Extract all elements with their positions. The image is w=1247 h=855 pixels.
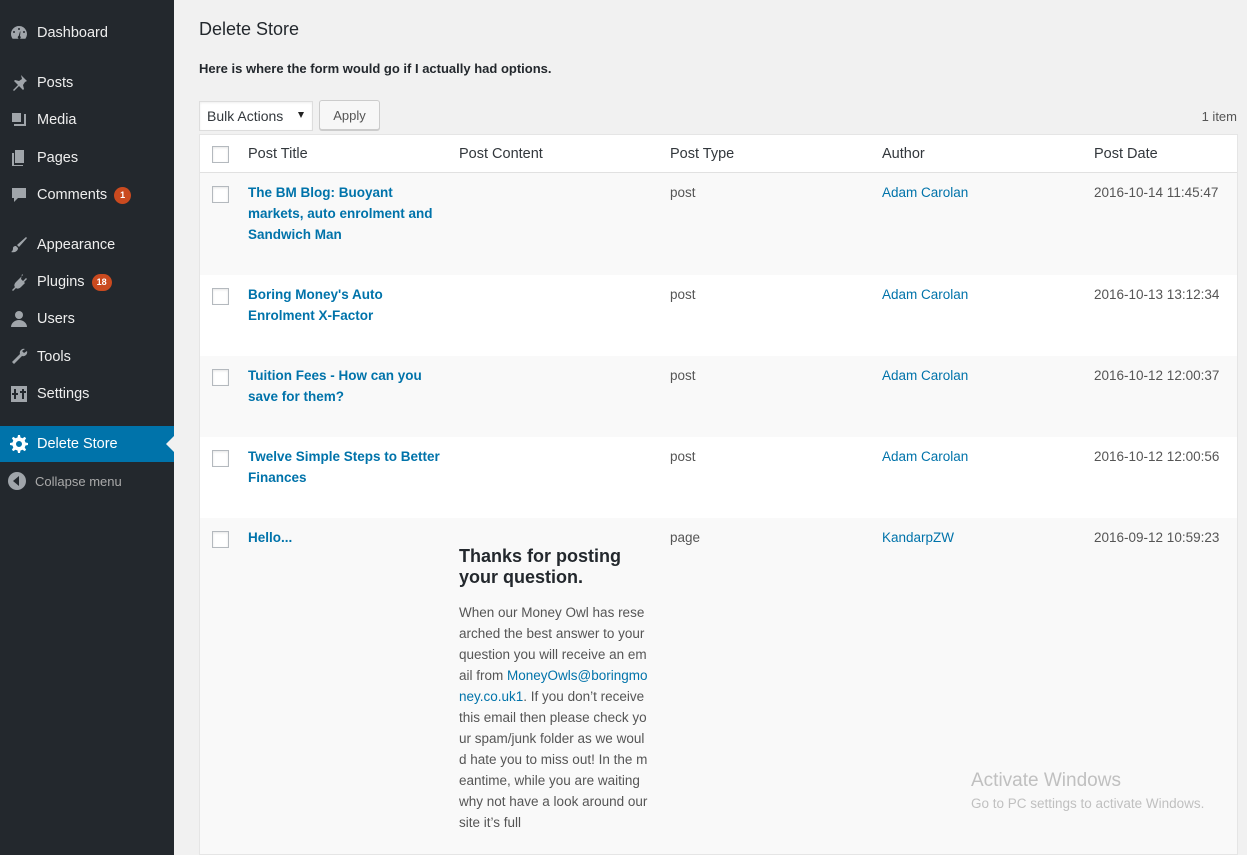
post-title-link[interactable]: Hello... [248, 527, 448, 548]
intro-text: Here is where the form would go if I act… [199, 61, 552, 76]
dropdown-caret-icon [298, 112, 304, 118]
collapse-menu-label: Collapse menu [35, 473, 122, 489]
row-checkbox[interactable] [212, 186, 229, 203]
sidebar-item-dashboard[interactable]: Dashboard [0, 15, 174, 51]
watermark-title: Activate Windows [971, 770, 1121, 791]
post-content: Thanks for posting your question. When o… [459, 538, 651, 833]
page-title: Delete Store [199, 19, 300, 39]
sidebar-item-label: Dashboard [37, 25, 108, 41]
table-row: Boring Money's Auto Enrolment X-Factor p… [200, 275, 1237, 356]
row-checkbox[interactable] [212, 450, 229, 467]
author-link[interactable]: KandarpZW [882, 527, 954, 548]
table-row: Twelve Simple Steps to Better Finances p… [200, 437, 1237, 518]
user-icon [0, 309, 36, 329]
post-content-heading: Thanks for posting your question. [459, 546, 621, 587]
sidebar-item-label: Settings [37, 386, 90, 402]
sidebar-item-label: Comments [37, 187, 108, 203]
post-title-link[interactable]: The BM Blog: Buoyant markets, auto enrol… [248, 182, 448, 245]
media-icon [0, 110, 36, 130]
sidebar-item-label: Appearance [37, 237, 116, 253]
sidebar-item-label: Media [37, 112, 77, 128]
item-count: 1 item [1201, 109, 1237, 124]
plugins-count-badge: 18 [91, 273, 112, 291]
sidebar-item-users[interactable]: Users [0, 301, 174, 337]
table-row: Tuition Fees - How can you save for them… [200, 356, 1237, 437]
column-header-author: Author [882, 146, 925, 162]
pin-icon [0, 73, 36, 93]
post-type: post [670, 368, 696, 383]
author-link[interactable]: Adam Carolan [882, 365, 968, 386]
post-content-body: When our Money Owl has researched the be… [459, 602, 651, 833]
post-date: 2016-10-14 11:45:47 [1094, 185, 1219, 200]
row-checkbox[interactable] [212, 369, 229, 386]
column-header-post-date[interactable]: Post Date [1094, 146, 1158, 162]
posts-table: Post Title Post Content Post Type Author… [199, 134, 1238, 855]
collapse-menu-button[interactable]: Collapse menu [0, 466, 174, 496]
comments-count-badge: 1 [114, 186, 132, 204]
post-type: post [670, 287, 696, 302]
bulk-actions-select[interactable]: Bulk Actions [199, 101, 313, 131]
sidebar-item-plugins[interactable]: Plugins 18 [0, 264, 174, 300]
post-title-link[interactable]: Twelve Simple Steps to Better Finances [248, 446, 448, 488]
column-header-post-content: Post Content [459, 146, 543, 162]
author-link[interactable]: Adam Carolan [882, 182, 968, 203]
column-header-post-type: Post Type [670, 146, 735, 162]
sidebar-item-settings[interactable]: Settings [0, 376, 174, 412]
sidebar-item-label: Tools [37, 349, 71, 365]
post-title-link[interactable]: Tuition Fees - How can you save for them… [248, 365, 448, 407]
brush-icon [0, 235, 36, 255]
sidebar-item-label: Delete Store [37, 436, 118, 452]
sidebar-item-pages[interactable]: Pages [0, 140, 174, 176]
admin-sidebar: Dashboard Posts Media Pages Comments 1 A… [0, 0, 174, 855]
select-all-checkbox[interactable] [212, 146, 229, 163]
post-date: 2016-10-13 13:12:34 [1094, 287, 1220, 302]
gear-icon [0, 434, 36, 454]
settings-icon [0, 384, 36, 404]
sidebar-item-tools[interactable]: Tools [0, 339, 174, 375]
sidebar-item-label: Posts [37, 75, 74, 91]
sidebar-item-posts[interactable]: Posts [0, 65, 174, 101]
dashboard-icon [0, 23, 36, 43]
post-content-text: . If you don’t receive this email then p… [459, 689, 648, 830]
sidebar-item-comments[interactable]: Comments 1 [0, 177, 174, 213]
author-link[interactable]: Adam Carolan [882, 284, 968, 305]
row-checkbox[interactable] [212, 288, 229, 305]
comment-icon [0, 185, 36, 205]
table-header: Post Title Post Content Post Type Author… [200, 135, 1237, 173]
sidebar-item-delete-store[interactable]: Delete Store [0, 426, 174, 462]
column-header-post-title[interactable]: Post Title [248, 146, 308, 162]
plug-icon [0, 272, 36, 292]
post-type: post [670, 185, 696, 200]
sidebar-item-label: Pages [37, 150, 79, 166]
sidebar-item-label: Users [37, 311, 75, 327]
sidebar-item-label: Plugins [37, 274, 85, 290]
post-date: 2016-10-12 12:00:56 [1094, 449, 1220, 464]
main-content: Delete Store Here is where the form woul… [174, 0, 1247, 855]
author-link[interactable]: Adam Carolan [882, 446, 968, 467]
row-checkbox[interactable] [212, 531, 229, 548]
collapse-arrow-icon [8, 472, 26, 490]
activate-windows-watermark: Activate Windows Go to PC settings to ac… [971, 770, 1204, 811]
watermark-subtitle: Go to PC settings to activate Windows. [971, 796, 1205, 811]
post-title-link[interactable]: Boring Money's Auto Enrolment X-Factor [248, 284, 448, 326]
sidebar-item-appearance[interactable]: Appearance [0, 227, 174, 263]
pages-icon [0, 148, 36, 168]
post-date: 2016-10-12 12:00:37 [1094, 368, 1220, 383]
sidebar-item-media[interactable]: Media [0, 102, 174, 138]
bulk-actions-selected-value: Bulk Actions [207, 108, 284, 124]
post-type: page [670, 530, 701, 545]
post-type: post [670, 449, 696, 464]
apply-button[interactable]: Apply [319, 100, 380, 130]
post-date: 2016-09-12 10:59:23 [1094, 530, 1220, 545]
table-row: The BM Blog: Buoyant markets, auto enrol… [200, 173, 1237, 275]
wrench-icon [0, 347, 36, 367]
